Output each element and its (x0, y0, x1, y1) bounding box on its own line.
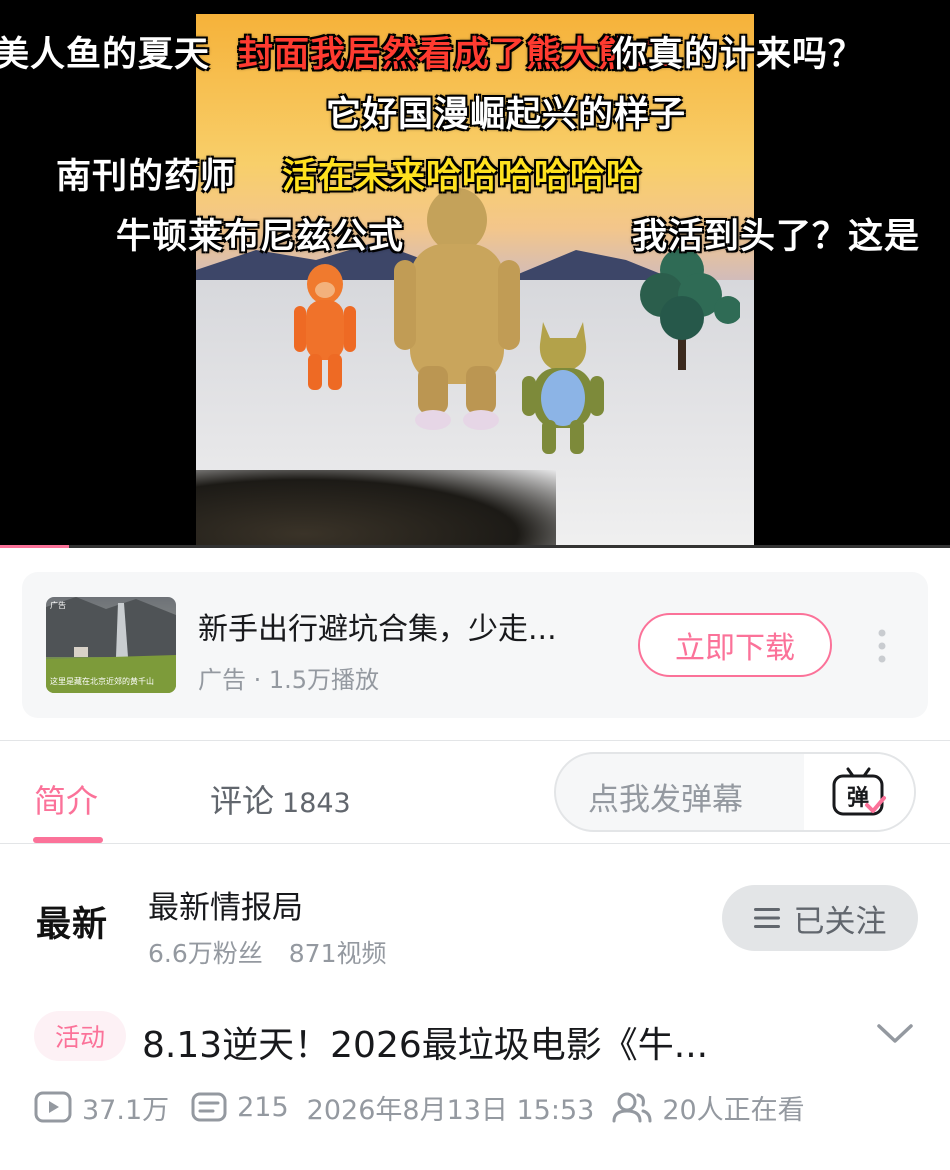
video-progress-bar[interactable] (0, 545, 950, 548)
video-player[interactable]: 美人鱼的夏天 封面我居然看成了熊大熊二 你真的计来吗？ 它好国漫崛起兴的样子 南… (0, 0, 950, 548)
tan-bear-character (394, 188, 520, 430)
video-title: 8.13逆天！2026最垃圾电影《牛... (142, 1025, 709, 1066)
danmaku-comment: 我活到头了？这是 (632, 217, 921, 257)
video-progress-fill (0, 545, 70, 548)
publish-date: 2026年8月13日 15:53 (307, 1088, 595, 1127)
danmaku-toggle-button[interactable]: 弹 (804, 754, 914, 830)
more-options-icon[interactable] (872, 628, 892, 664)
ad-thumb-caption: 这里是藏在北京近郊的黄千山 (50, 677, 154, 686)
active-tab-indicator (33, 837, 103, 843)
danmaku-tv-icon: 弹 (832, 767, 886, 816)
ad-thumb-tag: 广告 (50, 601, 66, 610)
ad-title[interactable]: 新手出行避坑合集，少走... (198, 604, 557, 648)
uploader-name[interactable]: 最新情报局 (148, 882, 303, 927)
publish-date-value: 2026年8月13日 15:53 (306, 1094, 595, 1126)
danmaku-input-placeholder: 点我发弹幕 (588, 782, 743, 818)
danmaku-comment: 活在未来哈哈哈哈哈哈 (282, 157, 643, 197)
uploader-stats: 6.6万粉丝 871视频 (148, 934, 386, 970)
ad-card[interactable]: 广告 这里是藏在北京近郊的黄千山 新手出行避坑合集，少走... 广告 · 1.5… (22, 572, 928, 718)
video-stats-row: 37.1万 215 2026年8月13日 15:53 20人正在看 (34, 1086, 805, 1128)
play-count-icon (34, 1091, 72, 1123)
followed-button[interactable]: 已关注 (722, 885, 918, 951)
tab-comments[interactable]: 评论 1843 (210, 776, 351, 822)
danmaku-comment: 你真的计来吗？ (612, 35, 865, 75)
orange-monkey-character (294, 264, 356, 390)
audience-silhouettes (196, 470, 556, 548)
download-now-button[interactable]: 立即下载 (638, 613, 832, 677)
danmaku-comment: 南刊的药师 (56, 157, 237, 197)
live-watching: 20人正在看 (612, 1088, 805, 1127)
menu-icon (753, 908, 780, 928)
tab-intro[interactable]: 简介 (34, 776, 98, 822)
activity-tag[interactable]: 活动 (34, 1011, 126, 1061)
tab-comments-label: 评论 (210, 782, 275, 820)
danmaku-count-value: 215 (237, 1091, 289, 1123)
danmaku-count-icon (191, 1092, 227, 1122)
view-count: 37.1万 (34, 1088, 169, 1127)
uploader-videos: 871视频 (288, 939, 387, 968)
uploader-followers: 6.6万粉丝 (148, 939, 263, 968)
danmaku-comment: 它好国漫崛起兴的样子 (326, 95, 687, 135)
danmaku-comment: 牛顿莱布尼兹公式 (116, 217, 405, 257)
tab-comments-count: 1843 (282, 788, 351, 819)
uploader-avatar[interactable]: 最新 (36, 896, 108, 947)
tab-bar: 简介 评论 1843 点我发弹幕 弹 (0, 740, 950, 844)
danmaku-input[interactable]: 点我发弹幕 弹 (554, 752, 916, 832)
view-count-value: 37.1万 (82, 1094, 170, 1126)
danmaku-count: 215 (191, 1092, 289, 1123)
ad-thumbnail: 广告 这里是藏在北京近郊的黄千山 (46, 597, 176, 693)
watching-users-icon (612, 1092, 652, 1123)
danmaku-comment: 美人鱼的夏天 (0, 35, 211, 75)
followed-label: 已关注 (793, 903, 887, 940)
ad-meta: 广告 · 1.5万播放 (198, 666, 380, 694)
tree-scenery (640, 248, 740, 370)
watching-value: 20人正在看 (662, 1094, 805, 1126)
danmaku-comment: 封面我居然看成了熊大熊二 (238, 35, 671, 75)
chevron-down-icon[interactable] (876, 1022, 914, 1046)
cat-character (522, 322, 604, 454)
svg-text:弹: 弹 (847, 786, 869, 811)
